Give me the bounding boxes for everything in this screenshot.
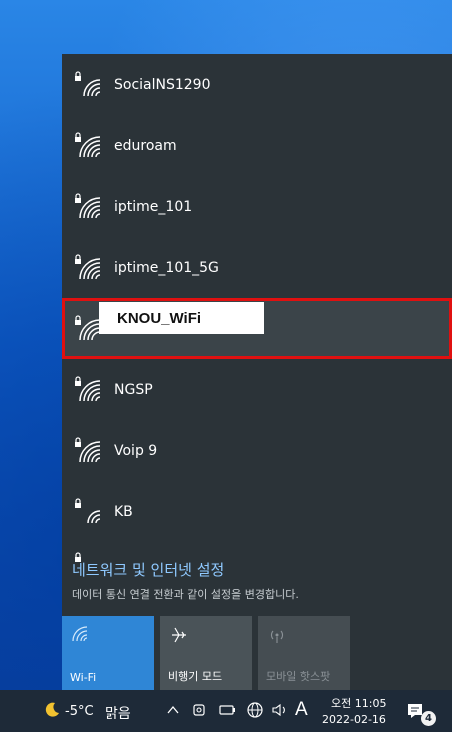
network-settings-section: 네트워크 및 인터넷 설정 데이터 통신 연결 전환과 같이 설정을 변경합니다… [62, 559, 452, 602]
network-name: iptime_101_5G [114, 259, 219, 276]
network-globe-icon[interactable] [246, 701, 264, 723]
network-name: iptime_101 [114, 198, 193, 215]
network-item-iptime-101[interactable]: iptime_101 [62, 176, 452, 237]
highlighted-network-label: KNOU_WiFi [99, 302, 264, 334]
network-item-iptime-101-5g[interactable]: iptime_101_5G [62, 237, 452, 298]
secured-wifi-icon [74, 253, 104, 283]
wifi-icon [72, 626, 88, 645]
network-item-ngsp[interactable]: NGSP [62, 359, 452, 420]
network-name: NGSP [114, 381, 153, 398]
secured-wifi-icon [74, 131, 104, 161]
network-name: eduroam [114, 137, 177, 154]
volume-icon[interactable] [271, 702, 289, 722]
mobile-hotspot-toggle[interactable]: 모바일 핫스팟 [258, 616, 350, 690]
network-settings-description: 데이터 통신 연결 전환과 같이 설정을 변경합니다. [72, 588, 299, 601]
airplane-mode-toggle[interactable]: 비행기 모드 [160, 616, 252, 690]
network-flyout: SocialNS1290 eduroam iptime_101 iptime_1… [62, 54, 452, 690]
clock-date[interactable]: 2022-02-16 [322, 713, 386, 726]
meet-now-icon[interactable] [192, 702, 208, 722]
airplane-mode-label: 비행기 모드 [168, 670, 223, 683]
moon-icon[interactable] [43, 701, 61, 723]
secured-wifi-icon [74, 375, 104, 405]
battery-icon[interactable] [218, 702, 236, 722]
airplane-icon [170, 626, 188, 647]
network-name: Voip 9 [114, 442, 158, 459]
wifi-toggle[interactable]: Wi-Fi [62, 616, 154, 690]
network-item-socialns1290[interactable]: SocialNS1290 [62, 54, 452, 115]
network-item-eduroam[interactable]: eduroam [62, 115, 452, 176]
quick-actions: Wi-Fi 비행기 모드 모바일 핫스팟 [62, 616, 452, 690]
input-method-indicator[interactable]: A [295, 699, 308, 721]
network-list: SocialNS1290 eduroam iptime_101 iptime_1… [62, 54, 452, 570]
hotspot-icon [268, 626, 286, 647]
network-item-kb[interactable]: KB [62, 481, 452, 542]
wifi-toggle-label: Wi-Fi [70, 671, 97, 684]
mobile-hotspot-label: 모바일 핫스팟 [266, 670, 331, 683]
network-name: SocialNS1290 [114, 76, 211, 93]
weather-temperature[interactable]: -5°C [65, 704, 94, 719]
taskbar: -5°C 맑음 A 오전 11:05 2022-02-16 4 [0, 690, 452, 732]
secured-wifi-icon [74, 192, 104, 222]
secured-wifi-icon [74, 70, 104, 100]
notification-count-badge: 4 [421, 711, 436, 726]
network-item-highlighted[interactable]: KNOU_WiFi [62, 298, 452, 359]
network-settings-link[interactable]: 네트워크 및 인터넷 설정 [72, 559, 452, 580]
weather-condition[interactable]: 맑음 [105, 703, 131, 723]
network-item-voip-9[interactable]: Voip 9 [62, 420, 452, 481]
clock-time[interactable]: 오전 11:05 [331, 695, 386, 711]
network-name: KB [114, 503, 133, 520]
secured-wifi-icon [74, 497, 104, 527]
chevron-up-icon[interactable] [166, 702, 180, 721]
secured-wifi-icon [74, 436, 104, 466]
